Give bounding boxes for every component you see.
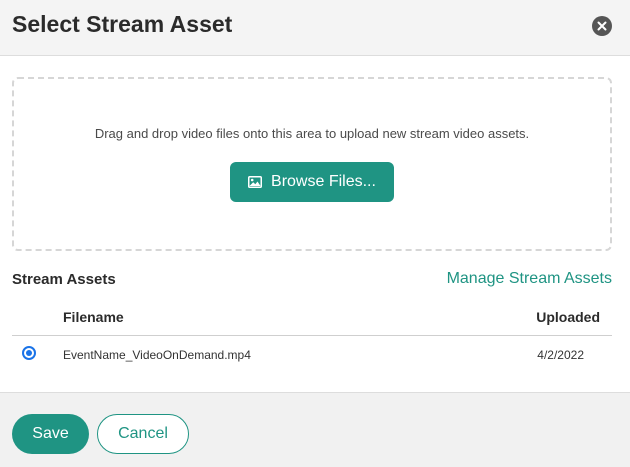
asset-select-radio[interactable] [22,346,36,360]
dialog-header: Select Stream Asset [0,0,630,56]
assets-table-header: Filename Uploaded [12,302,612,336]
upload-dropzone[interactable]: Drag and drop video files onto this area… [12,77,612,251]
dialog-body: Drag and drop video files onto this area… [0,57,630,392]
column-header-filename: Filename [63,309,124,325]
close-icon [597,21,607,31]
close-button[interactable] [592,16,612,36]
image-icon [248,176,263,188]
dialog-footer: Save Cancel [0,392,630,467]
manage-stream-assets-link[interactable]: Manage Stream Assets [447,270,612,288]
dialog-title: Select Stream Asset [12,11,233,37]
stream-assets-heading: Stream Assets [12,271,116,288]
asset-uploaded-date: 4/2/2022 [537,348,584,362]
asset-filename: EventName_VideoOnDemand.mp4 [63,348,251,362]
dropzone-instructions: Drag and drop video files onto this area… [94,126,530,141]
save-button[interactable]: Save [12,414,89,454]
table-row[interactable]: EventName_VideoOnDemand.mp4 4/2/2022 [12,337,612,371]
browse-files-label: Browse Files... [271,173,376,190]
column-header-uploaded: Uploaded [536,309,600,325]
cancel-button[interactable]: Cancel [97,414,189,454]
select-stream-asset-dialog: Select Stream Asset Drag and drop video … [0,0,630,467]
browse-files-button[interactable]: Browse Files... [230,162,394,202]
